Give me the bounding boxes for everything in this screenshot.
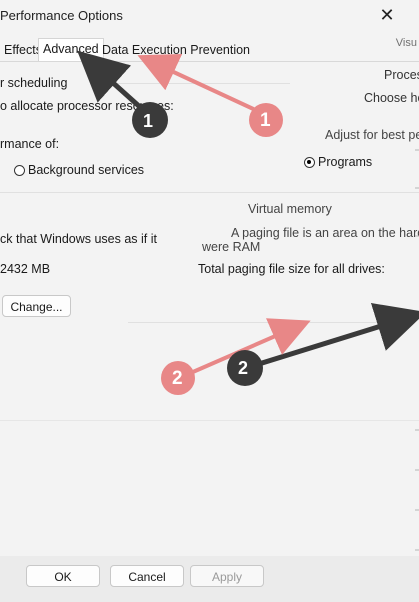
performance-options-window: Performance Options ✕ Visu Effects Advan…	[0, 0, 419, 602]
arrow-1	[137, 53, 263, 115]
badge-2-shadow-label: 2	[238, 358, 249, 378]
arrow-2-shadow	[245, 303, 419, 371]
badge-1-label: 1	[260, 110, 271, 131]
badge-2-label: 2	[172, 368, 183, 389]
annotation-overlay	[77, 50, 419, 395]
badge-1-shadow-label: 1	[143, 111, 154, 131]
